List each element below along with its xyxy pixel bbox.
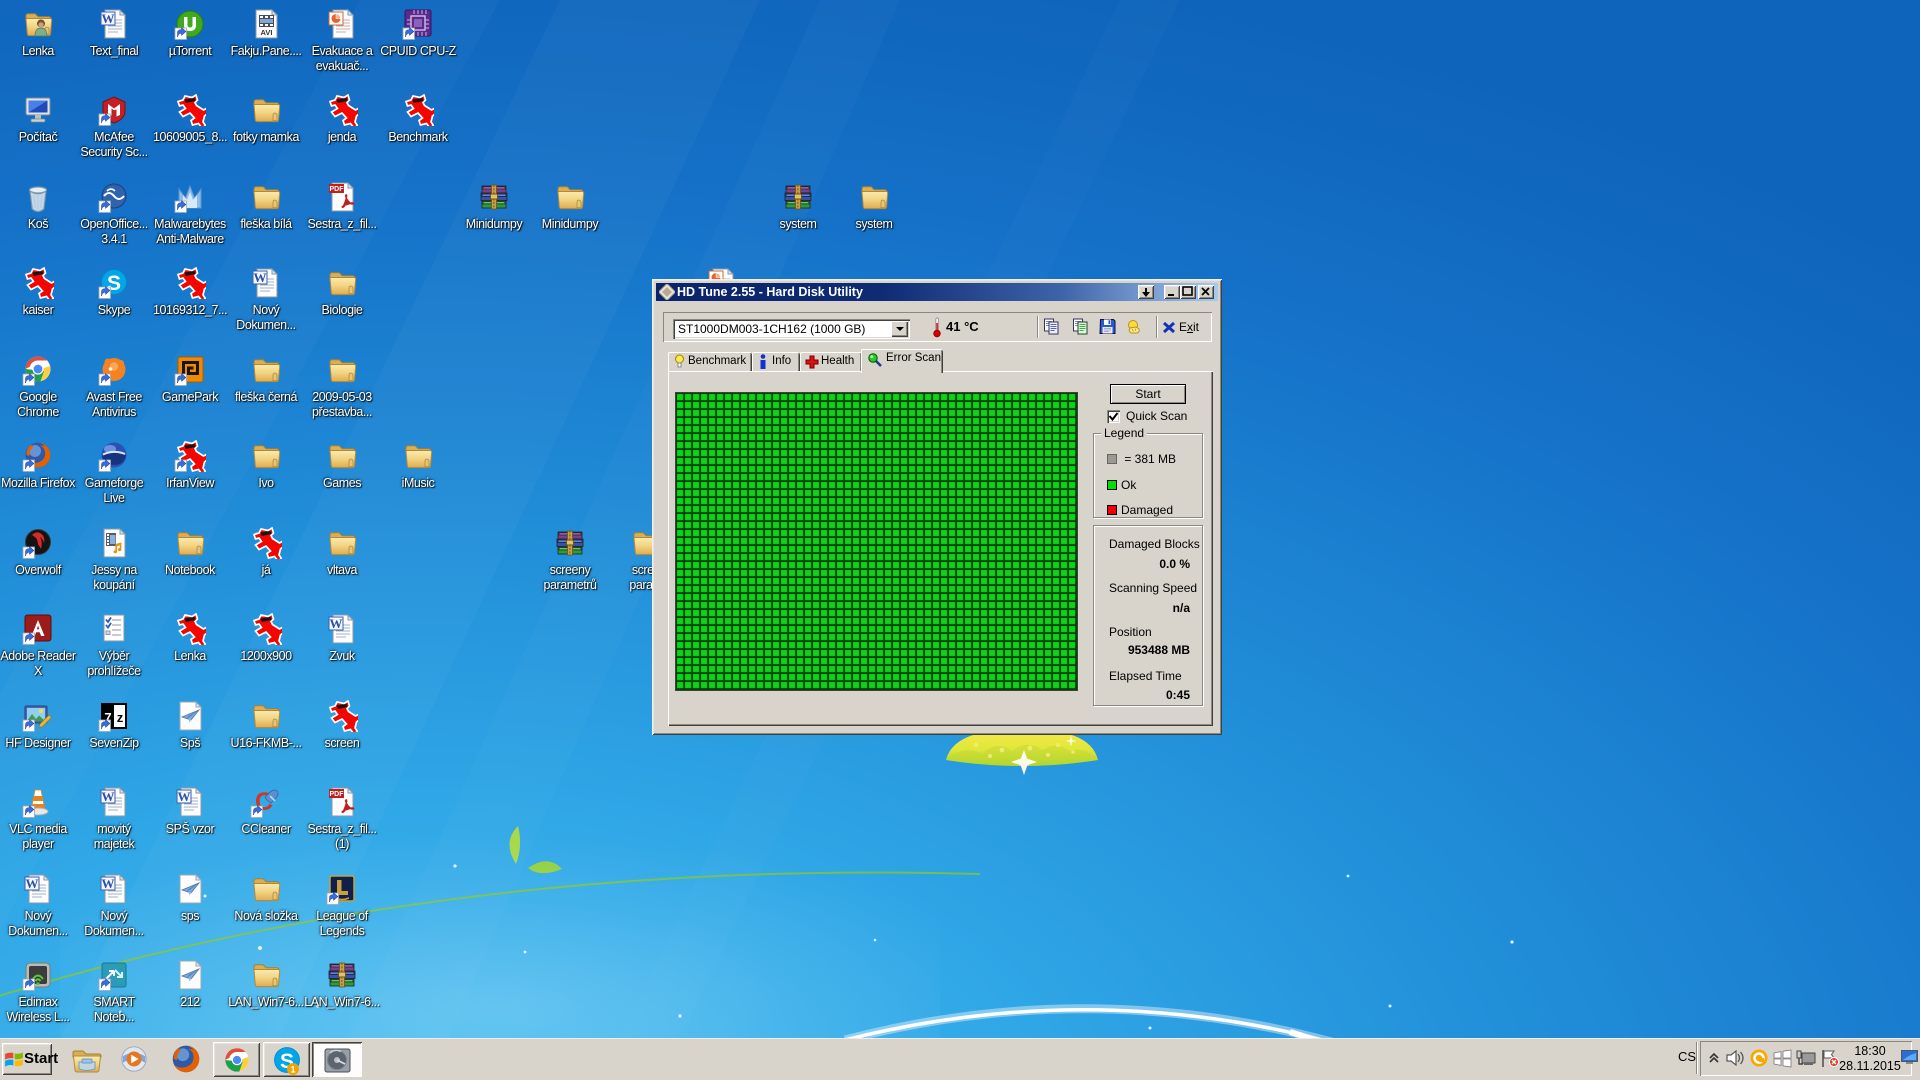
svg-text:1: 1	[290, 1064, 295, 1074]
